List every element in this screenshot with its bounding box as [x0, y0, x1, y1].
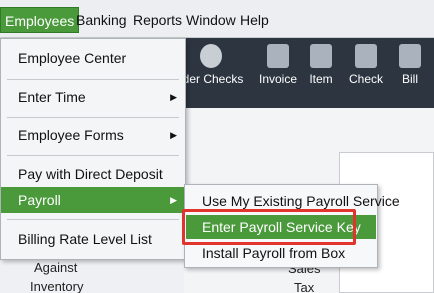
toolbar-order-checks[interactable]: rder Checks — [176, 44, 246, 86]
submenu-arrow-icon: ▶ — [170, 130, 177, 140]
submenu-item-enter-payroll-key[interactable]: Enter Payroll Service Key — [186, 215, 376, 239]
menu-item-label: Employee Forms — [18, 127, 124, 143]
submenu-arrow-icon: ▶ — [170, 92, 177, 102]
left-workspace: Against Inventory — [0, 260, 184, 293]
menu-item-label: Enter Time — [18, 89, 86, 105]
menu-item-billing-rate-level-list[interactable]: Billing Rate Level List — [1, 226, 185, 252]
toolbar-check[interactable]: Check — [346, 44, 386, 86]
menu-item-enter-time[interactable]: Enter Time ▶ — [1, 84, 185, 110]
menu-item-payroll[interactable]: Payroll ▶ — [1, 187, 185, 213]
menu-item-employee-center[interactable]: Employee Center — [1, 45, 185, 71]
menu-window[interactable]: Window — [186, 9, 236, 31]
menu-reports[interactable]: Reports — [133, 9, 182, 31]
menu-divider — [7, 155, 179, 156]
submenu-item-use-existing-payroll[interactable]: Use My Existing Payroll Service — [186, 189, 400, 213]
item-icon — [310, 44, 332, 68]
toolbar-invoice[interactable]: Invoice — [256, 44, 300, 86]
toolbar-bill[interactable]: Bill — [398, 44, 422, 86]
employees-dropdown: Employee Center Enter Time ▶ Employee Fo… — [0, 38, 186, 260]
toolbar-label: Check — [348, 72, 383, 86]
icon-toolbar: rder Checks Invoice Item Check Bill — [179, 38, 434, 108]
toolbar-item[interactable]: Item — [306, 44, 336, 86]
check-icon — [355, 44, 377, 68]
menu-item-employee-forms[interactable]: Employee Forms ▶ — [1, 122, 185, 148]
tax-label: Tax — [294, 280, 315, 293]
menu-banking[interactable]: Banking — [76, 9, 127, 31]
menu-help[interactable]: Help — [240, 9, 269, 31]
against-label: Against — [34, 260, 78, 275]
invoice-icon — [267, 44, 289, 68]
menu-employees[interactable]: Employees — [0, 7, 80, 33]
submenu-arrow-icon: ▶ — [170, 195, 177, 205]
menu-item-pay-direct-deposit[interactable]: Pay with Direct Deposit — [1, 161, 185, 187]
bill-icon — [399, 44, 421, 68]
toolbar-label: Item — [309, 72, 333, 86]
order-checks-icon — [200, 44, 222, 68]
submenu-item-install-payroll-box[interactable]: Install Payroll from Box — [186, 241, 376, 265]
toolbar-label: rder Checks — [178, 72, 244, 86]
payroll-submenu: Use My Existing Payroll Service Enter Pa… — [184, 184, 400, 268]
toolbar-label: Invoice — [258, 72, 298, 86]
inventory-label: Inventory — [30, 279, 84, 293]
toolbar-label: Bill — [401, 72, 418, 86]
menu-divider — [7, 117, 179, 118]
menu-bar: Employees Banking Reports Window Help — [0, 0, 434, 38]
menu-divider — [7, 79, 179, 80]
menu-item-label: Payroll — [18, 192, 61, 208]
menu-divider — [7, 219, 179, 220]
